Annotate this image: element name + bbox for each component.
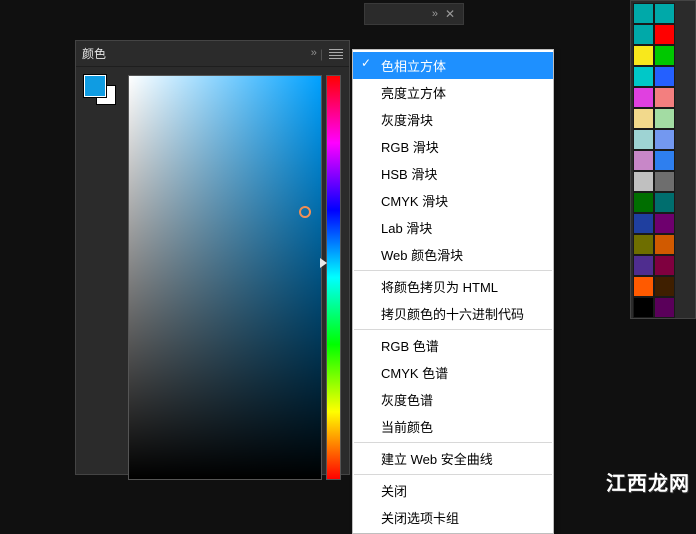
menu-item-label: 灰度滑块 [381,113,433,128]
color-field-cursor[interactable] [299,206,311,218]
swatch[interactable] [633,66,654,87]
menu-item-label: 色相立方体 [381,59,446,74]
swatch[interactable] [633,192,654,213]
menu-item[interactable]: 拷贝颜色的十六进制代码 [353,300,553,327]
menu-item[interactable]: RGB 色谱 [353,332,553,359]
swatch[interactable] [633,24,654,45]
watermark-text: 江西龙网 [606,467,690,496]
menu-item-label: RGB 滑块 [381,140,439,155]
menu-separator [354,270,552,271]
menu-separator [354,442,552,443]
menu-item-label: 关闭选项卡组 [381,511,459,526]
menu-item-label: 当前颜色 [381,420,433,435]
swatches-panel [630,0,696,319]
menu-item-label: Web 颜色滑块 [381,248,463,263]
collapse-chevrons-icon: » [432,8,435,20]
menu-item[interactable]: HSB 滑块 [353,160,553,187]
swatch[interactable] [654,255,675,276]
swatch[interactable] [654,129,675,150]
swatch[interactable] [633,150,654,171]
menu-item[interactable]: 当前颜色 [353,413,553,440]
swatch[interactable] [633,45,654,66]
menu-item[interactable]: 灰度色谱 [353,386,553,413]
menu-separator [354,474,552,475]
swatch[interactable] [633,213,654,234]
menu-item-label: RGB 色谱 [381,339,439,354]
swatch[interactable] [633,87,654,108]
swatch[interactable] [654,108,675,129]
menu-item[interactable]: 建立 Web 安全曲线 [353,445,553,472]
color-panel-body [76,67,349,474]
swatch[interactable] [654,297,675,318]
hue-slider-handle[interactable] [320,258,327,268]
swatch[interactable] [633,297,654,318]
menu-item-label: 将颜色拷贝为 HTML [381,280,498,295]
swatch[interactable] [654,234,675,255]
swatch[interactable] [654,24,675,45]
menu-item[interactable]: CMYK 滑块 [353,187,553,214]
fg-bg-swatch[interactable] [84,75,120,111]
swatch[interactable] [633,129,654,150]
swatch[interactable] [654,45,675,66]
menu-item[interactable]: ✓ 色相立方体 [353,52,553,79]
panel-menu-icon[interactable] [329,49,343,59]
swatch[interactable] [633,234,654,255]
swatch[interactable] [633,255,654,276]
swatch[interactable] [633,108,654,129]
swatch[interactable] [654,87,675,108]
collapse-chevrons-icon[interactable]: » [311,47,314,61]
swatch[interactable] [654,171,675,192]
collapsed-panel-tab[interactable]: » ✕ [364,3,464,25]
swatch[interactable] [654,3,675,24]
check-icon: ✓ [361,56,371,70]
swatch[interactable] [654,150,675,171]
menu-item-label: 灰度色谱 [381,393,433,408]
menu-item-label: Lab 滑块 [381,221,432,236]
menu-item-label: CMYK 滑块 [381,194,448,209]
swatch[interactable] [654,192,675,213]
menu-item-label: 关闭 [381,484,407,499]
foreground-color-swatch[interactable] [84,75,106,97]
menu-item-label: HSB 滑块 [381,167,437,182]
swatch[interactable] [654,213,675,234]
menu-item[interactable]: 亮度立方体 [353,79,553,106]
hue-slider[interactable] [326,75,341,480]
menu-item[interactable]: Lab 滑块 [353,214,553,241]
color-panel-title: 颜色 [82,45,106,62]
close-icon[interactable]: ✕ [445,7,455,21]
menu-separator [354,329,552,330]
menu-item[interactable]: 将颜色拷贝为 HTML [353,273,553,300]
separator: | [320,47,323,61]
swatch[interactable] [633,276,654,297]
swatch[interactable] [633,3,654,24]
swatch[interactable] [654,276,675,297]
menu-item-label: 建立 Web 安全曲线 [381,452,493,467]
menu-item[interactable]: RGB 滑块 [353,133,553,160]
panel-options-menu: ✓ 色相立方体亮度立方体灰度滑块 RGB 滑块 HSB 滑块 CMYK 滑块 Lab 滑块… [352,49,554,534]
menu-item[interactable]: Web 颜色滑块 [353,241,553,268]
menu-item[interactable]: CMYK 色谱 [353,359,553,386]
swatch[interactable] [633,171,654,192]
menu-item-label: 拷贝颜色的十六进制代码 [381,307,524,322]
color-panel-header: 颜色 » | [76,41,349,67]
menu-item-label: CMYK 色谱 [381,366,448,381]
menu-item[interactable]: 关闭选项卡组 [353,504,553,531]
color-panel: 颜色 » | [75,40,350,475]
menu-item[interactable]: 灰度滑块 [353,106,553,133]
menu-item-label: 亮度立方体 [381,86,446,101]
swatch[interactable] [654,66,675,87]
color-field[interactable] [128,75,322,480]
